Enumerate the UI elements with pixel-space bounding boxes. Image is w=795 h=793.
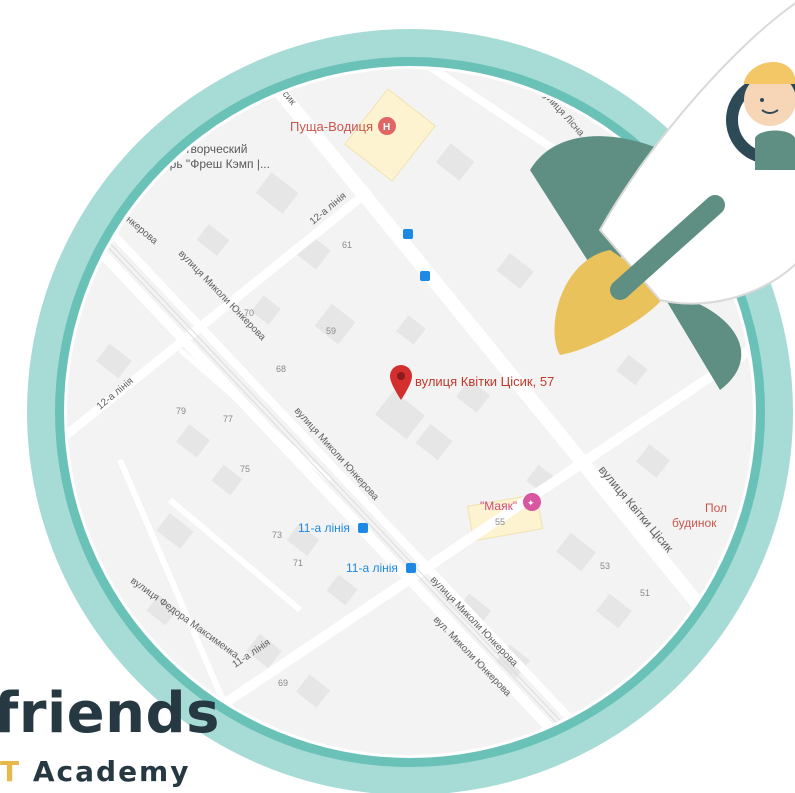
marker-label: вулиця Квітки Цісик, 57 xyxy=(415,374,554,389)
house-number: 51 xyxy=(640,588,650,598)
poi-budynok-label: будинок xyxy=(672,516,717,530)
svg-text:✦: ✦ xyxy=(527,498,535,508)
hospital-icon: H xyxy=(378,117,396,135)
poi-pol-label: Пол xyxy=(705,501,727,515)
house-number: 77 xyxy=(223,414,233,424)
bus-stop-label[interactable]: 11-а лінія xyxy=(298,521,350,535)
house-number: 70 xyxy=(244,308,254,318)
bus-stop-icon xyxy=(358,523,368,533)
brand-logo-accent: T xyxy=(0,755,22,788)
house-number: 75 xyxy=(240,464,250,474)
svg-text:H: H xyxy=(383,122,390,133)
amusement-icon: ✦ xyxy=(523,493,541,511)
house-number: 59 xyxy=(326,326,336,336)
house-number: 79 xyxy=(176,406,186,416)
map-illustration: вулиця Квітки Цісик цісик вулиця Лісна Ю… xyxy=(27,2,795,793)
bus-stop-label[interactable]: 11-а лінія xyxy=(346,561,398,575)
poi-mayak-label[interactable]: "Маяк" xyxy=(480,499,517,513)
house-number: 68 xyxy=(276,364,286,374)
bus-stop-icon xyxy=(420,271,430,281)
bus-stop-icon xyxy=(403,229,413,239)
house-number: 73 xyxy=(272,530,282,540)
brand-logo-rest: Academy xyxy=(21,755,191,788)
house-number: 61 xyxy=(342,240,352,250)
house-number: 71 xyxy=(293,558,303,568)
house-number: 69 xyxy=(278,678,288,688)
bus-stop-icon xyxy=(406,563,416,573)
poi-hospital-label[interactable]: Пуща-Водиця xyxy=(290,119,373,134)
house-number: 53 xyxy=(600,561,610,571)
brand-logo-main: friends xyxy=(0,681,220,746)
poi-camp-line2: ерь "Фреш Кэмп |... xyxy=(163,157,270,171)
brand-logo-sub: T Academy xyxy=(0,758,190,786)
house-number: 55 xyxy=(495,517,505,527)
